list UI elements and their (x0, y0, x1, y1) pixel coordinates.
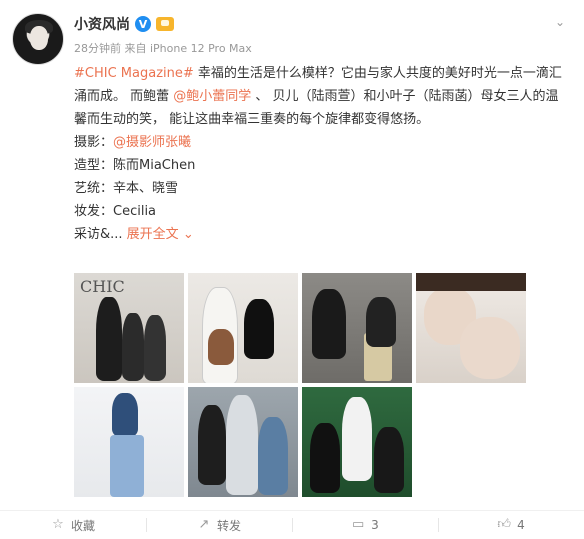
photo-1[interactable]: CHIC (74, 273, 184, 383)
mention-link[interactable]: @鲍小蕾同学 (173, 89, 251, 104)
figure (310, 423, 340, 493)
figure (122, 313, 144, 381)
credit-hair: 妆发：Cecilia (74, 204, 157, 219)
post-meta: 28分钟前 来自 iPhone 12 Pro Max (74, 42, 252, 55)
post-menu-chevron-icon[interactable]: ⌄ (552, 14, 568, 30)
credit-photo: 摄影：@摄影师张曦 (74, 131, 568, 154)
repost-label: 转发 (216, 518, 241, 533)
figure (258, 417, 288, 495)
credit-styling: 造型：陈而MiaChen (74, 158, 196, 173)
weibo-post-card: 小资风尚 V ⌄ 28分钟前 来自 iPhone 12 Pro Max #CHI… (0, 0, 584, 538)
figure (226, 395, 258, 495)
repost-button[interactable]: ↗ 转发 (146, 511, 292, 539)
verified-badge-icon: V (135, 16, 151, 32)
photo-4[interactable] (416, 273, 526, 383)
credit-more: 采访&... 展开全文 ⌄ (74, 223, 568, 246)
vip-badge-icon (156, 17, 174, 31)
figure (144, 315, 166, 381)
chevron-down-icon[interactable]: ⌄ (183, 227, 194, 242)
topic-link[interactable]: #CHIC Magazine# (74, 66, 194, 81)
figure (312, 289, 346, 359)
figure (112, 393, 138, 437)
figure (366, 297, 396, 347)
like-count: 4 (517, 518, 525, 532)
figure (110, 435, 144, 497)
photo-6[interactable] (188, 387, 298, 497)
figure (198, 405, 226, 485)
photo-5[interactable] (74, 387, 184, 497)
collect-button[interactable]: ☆ 收藏 (0, 511, 146, 539)
thumbs-up-icon: 👍︎ (497, 517, 511, 532)
post-body: #CHIC Magazine# 幸福的生活是什么模样？它由与家人共度的美好时光一… (74, 62, 568, 131)
avatar-face (30, 26, 48, 50)
expand-full-text-link[interactable]: 展开全文 (127, 227, 179, 242)
photo-7[interactable] (302, 387, 412, 497)
author-name[interactable]: 小资风尚 (74, 14, 130, 34)
credit-makeup: 艺统：辛本、晓雪 (74, 181, 179, 196)
figure (208, 329, 234, 365)
figure (96, 297, 122, 381)
post-text: #CHIC Magazine# 幸福的生活是什么模样？它由与家人共度的美好时光一… (74, 62, 568, 246)
star-icon: ☆ (52, 517, 64, 532)
like-button[interactable]: 👍︎ 4 (438, 511, 584, 539)
figure (342, 397, 372, 481)
photographer-link[interactable]: @摄影师张曦 (113, 135, 191, 150)
avatar[interactable] (12, 13, 64, 65)
figure (460, 317, 520, 379)
photo-overlay-text: CHIC (80, 277, 125, 296)
figure (416, 273, 526, 291)
photo-2[interactable] (188, 273, 298, 383)
more-prefix: 采访&... (74, 227, 127, 242)
photo-3[interactable] (302, 273, 412, 383)
comment-button[interactable]: ▭ 3 (292, 511, 438, 539)
repost-icon: ↗ (198, 517, 210, 532)
figure (374, 427, 404, 493)
action-bar: ☆ 收藏 ↗ 转发 ▭ 3 👍︎ 4 (0, 510, 584, 539)
comment-count: 3 (371, 518, 379, 532)
figure (244, 299, 274, 359)
credit-photo-label: 摄影： (74, 135, 114, 150)
collect-label: 收藏 (70, 518, 95, 533)
comment-icon: ▭ (352, 517, 365, 532)
author-row: 小资风尚 V (74, 13, 174, 35)
